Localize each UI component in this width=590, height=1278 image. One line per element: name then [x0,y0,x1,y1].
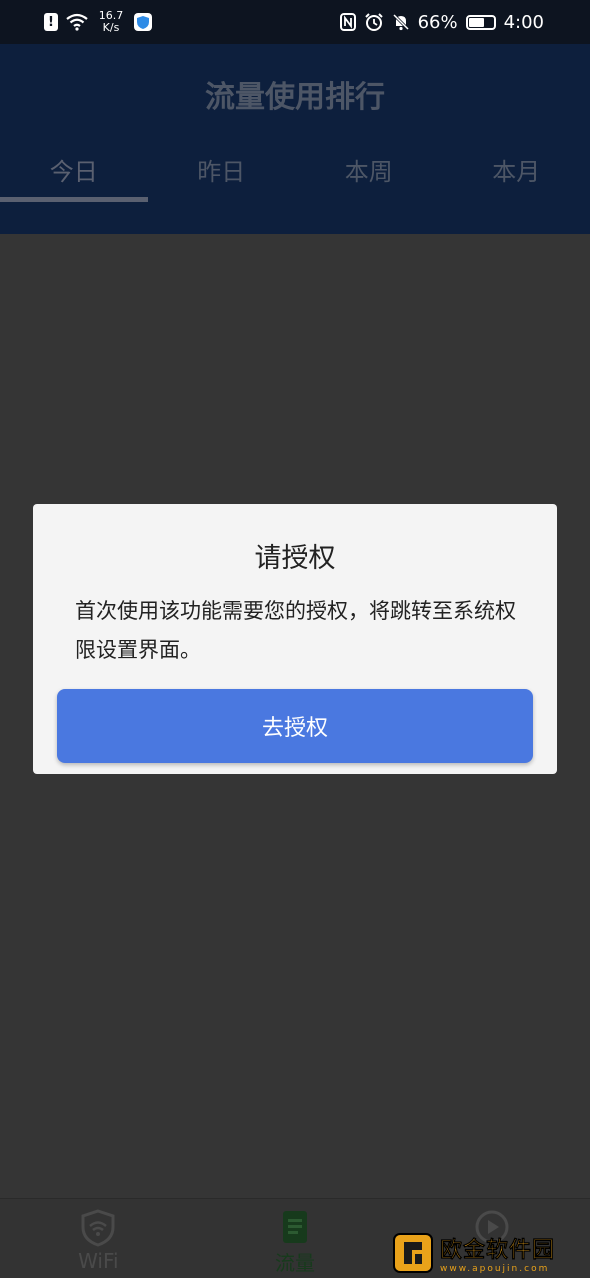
clock: 4:00 [503,11,544,33]
network-speed: 16.7 K/s [96,10,126,34]
shield-app-icon [134,13,152,31]
nav-item-traffic[interactable]: 流量 [197,1199,394,1278]
tab-this-month[interactable]: 本月 [443,152,590,202]
tab-today[interactable]: 今日 [0,152,148,202]
wifi-icon [66,13,88,31]
tab-this-week-label: 本周 [344,158,393,186]
nav-item-wifi-label: WiFi [78,1249,119,1273]
authorize-button-label: 去授权 [261,716,328,741]
notification-alert-icon: ! [44,13,58,31]
battery-icon [465,14,496,30]
alarm-icon [364,13,383,31]
watermark-text-en: www.apoujin.com [440,1264,550,1274]
tab-yesterday[interactable]: 昨日 [148,152,296,202]
app-header: 流量使用排行 今日 昨日 本周 本月 [0,44,590,234]
tab-active-indicator [0,197,148,202]
period-tabs: 今日 昨日 本周 本月 [0,152,590,202]
tab-today-label: 今日 [49,158,98,186]
watermark: 欧金软件园 www.apoujin.com [392,1228,590,1278]
battery-percent: 66% [417,11,458,33]
dialog-message: 首次使用该功能需要您的授权，将跳转至系统权限设置界面。 [75,599,516,662]
status-left: ! 16.7 K/s [44,10,152,34]
authorize-button[interactable]: 去授权 [57,689,533,763]
mute-bell-icon [392,13,409,31]
tab-this-week[interactable]: 本周 [295,152,443,202]
dialog-title: 请授权 [254,543,336,574]
nfc-icon [339,13,356,31]
document-icon [283,1211,307,1243]
status-bar: ! 16.7 K/s 66% 4:00 [0,0,590,44]
page-title: 流量使用排行 [205,80,385,115]
tab-this-month-label: 本月 [492,158,541,186]
battery-fill [468,17,485,27]
nav-item-wifi[interactable]: WiFi [0,1199,197,1278]
watermark-text-cn: 欧金软件园 [440,1238,556,1264]
tab-yesterday-label: 昨日 [197,158,246,186]
network-speed-unit: K/s [102,21,120,34]
wifi-shield-icon [81,1209,115,1247]
watermark-logo-icon [393,1233,433,1273]
nav-item-traffic-label: 流量 [275,1251,315,1275]
watermark-text: 欧金软件园 www.apoujin.com [440,1232,555,1274]
permission-dialog: 请授权 首次使用该功能需要您的授权，将跳转至系统权限设置界面。 去授权 [33,504,557,774]
status-right: 66% 4:00 [339,11,544,33]
